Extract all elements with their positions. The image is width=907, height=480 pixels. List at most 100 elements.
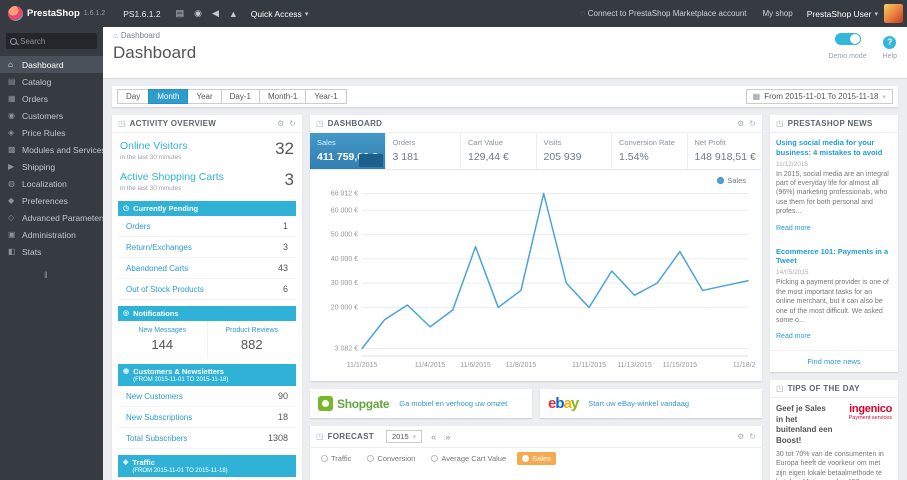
customers-row-new-subscriptions[interactable]: New Subscriptions 18 — [118, 407, 296, 428]
sales-chart: Sales 3 082 € 20 000 € 30 000 € 40 000 € 50 … — [310, 170, 764, 381]
panel-title: TIPS OF THE DAY — [787, 384, 860, 394]
news-article-title[interactable]: Using social media for your business: 4 … — [776, 138, 892, 158]
metric-visits[interactable]: Visits 205 939 — [537, 133, 612, 169]
read-more-link[interactable]: Read more — [776, 333, 811, 340]
caret-down-icon: ▾ — [412, 433, 417, 441]
home-icon: ⌂ — [113, 31, 118, 40]
pending-row-out-of-stock[interactable]: Out of Stock Products 6 — [118, 279, 296, 300]
shopgate-link[interactable]: Ga mobiel en verhoog uw omzet — [399, 399, 507, 408]
sidebar-item-price-rules[interactable]: ◈ Price Rules — [0, 124, 103, 141]
rocket-icon[interactable]: ▲ — [224, 9, 243, 19]
sidebar-item-dashboard[interactable]: ⌂ Dashboard — [0, 56, 103, 73]
forecast-year-value: 2015 — [391, 432, 409, 441]
metric-net-profit[interactable]: Net Profit 148 918,51 € — [688, 133, 763, 169]
prestashop-logo[interactable]: PrestaShop 1.6.1.2 — [0, 6, 113, 21]
news-article: Ecommerce 101: Payments in a Tweet 14/05… — [770, 242, 898, 351]
gear-icon[interactable]: ⚙ — [737, 119, 744, 128]
sidebar-item-stats[interactable]: ◧ Stats — [0, 243, 103, 260]
forecast-legend-conversion[interactable]: Conversion — [362, 452, 420, 465]
pending-row-orders[interactable]: Orders 1 — [118, 216, 296, 237]
metric-conversion-rate[interactable]: Conversion Rate 1.54% — [612, 133, 688, 169]
ebay-link[interactable]: Start uw eBay-winkel vandaag — [588, 399, 689, 408]
breadcrumb[interactable]: ⌂ Dashboard — [113, 31, 907, 40]
news-article-excerpt: In 2015, social media are an integral pa… — [776, 170, 889, 216]
sales-line-chart: 3 082 € 20 000 € 30 000 € 40 000 € 50 000 € 6… — [331, 190, 764, 369]
user-menu[interactable]: PrestaShop User ▾ — [801, 9, 884, 19]
forecast-legend-traffic[interactable]: Traffic — [316, 452, 356, 465]
filter-day-button[interactable]: Day — [117, 89, 150, 104]
news-article-title[interactable]: Ecommerce 101: Payments in a Tweet — [776, 247, 892, 267]
sidebar-item-modules[interactable]: ▩ Modules and Services — [0, 141, 103, 158]
sidebar-item-catalog[interactable]: ▤ Catalog — [0, 73, 103, 90]
avatar[interactable] — [884, 4, 903, 23]
filter-year-button[interactable]: Year — [187, 89, 222, 104]
forecast-panel: ◳ FORECAST 2015 ▾ « » ⚙ ↻ Traffic Conver… — [310, 426, 762, 480]
collapse-sidebar-button[interactable]: ‖ — [0, 260, 103, 280]
metric-orders[interactable]: Orders 3 181 — [386, 133, 461, 169]
read-more-link[interactable]: Read more — [776, 225, 811, 232]
online-visitors-stat[interactable]: Online Visitors in the last 30 minutes 3… — [112, 133, 302, 164]
dashboard-panel: ◳ DASHBOARD ⚙ ↻ Sales 411 759,00 € Order… — [310, 115, 764, 381]
sidebar-item-customers[interactable]: ◉ Customers — [0, 107, 103, 124]
metric-sales[interactable]: Sales 411 759,00 € — [310, 133, 386, 169]
my-shop-link[interactable]: My shop — [755, 9, 801, 18]
catalog-icon: ▤ — [8, 77, 16, 86]
date-range-picker[interactable]: ▦ From 2015-11-01 To 2015-11-18 ▾ — [745, 89, 893, 104]
content-area: Day Month Year Day-1 Month-1 Year-1 ▦ Fr… — [103, 79, 907, 480]
sidebar-item-administration[interactable]: ▣ Administration — [0, 226, 103, 243]
forecast-chart — [310, 469, 762, 480]
breadcrumb-label: Dashboard — [120, 31, 160, 40]
legend-dot — [431, 455, 439, 462]
customers-row-total-subscribers[interactable]: Total Subscribers 1308 — [118, 428, 296, 449]
shop-name[interactable]: PS1.6.1.2 — [113, 9, 170, 19]
toggle-switch[interactable] — [834, 33, 861, 45]
new-messages-cell[interactable]: New Messages 144 — [118, 321, 207, 358]
pending-row-returns[interactable]: Return/Exchanges 3 — [118, 237, 296, 258]
next-year-button[interactable]: » — [445, 432, 450, 442]
sidebar-item-label: Modules and Services — [22, 144, 103, 155]
legend-dot — [321, 455, 328, 462]
gear-icon[interactable]: ⚙ — [277, 119, 284, 128]
chart-legend[interactable]: Sales — [717, 176, 746, 185]
refresh-icon[interactable]: ↻ — [749, 119, 756, 128]
help-button[interactable]: ? Help — [883, 32, 897, 60]
shopgate-logo-icon — [318, 396, 333, 411]
refresh-icon[interactable]: ↻ — [749, 432, 756, 441]
forecast-year-select[interactable]: 2015 ▾ — [385, 430, 423, 443]
refresh-icon[interactable]: ↻ — [289, 119, 296, 128]
sidebar-menu: ⌂ Dashboard ▤ Catalog ▦ Orders ◉ Custome… — [0, 56, 103, 260]
sidebar-item-localization[interactable]: ◍ Localization — [0, 175, 103, 192]
sidebar-item-advanced-parameters[interactable]: ◇ Advanced Parameters — [0, 209, 103, 226]
customers-icon: ◉ — [8, 111, 15, 120]
megaphone-icon[interactable]: ◀ — [207, 8, 224, 19]
sidebar-item-orders[interactable]: ▦ Orders — [0, 90, 103, 107]
filter-month-1-button[interactable]: Month-1 — [258, 89, 307, 104]
demo-mode-toggle[interactable]: Demo mode — [828, 32, 867, 60]
sidebar-item-shipping[interactable]: ▶ Shipping — [0, 158, 103, 175]
cart-icon[interactable]: ▤ — [171, 8, 190, 19]
forecast-legend-sales[interactable]: Sales — [517, 452, 556, 465]
product-reviews-cell[interactable]: Product Reviews 882 — [206, 321, 297, 358]
filter-month-button[interactable]: Month — [148, 89, 189, 104]
sidebar-item-label: Localization — [22, 178, 67, 189]
gear-icon[interactable]: ⚙ — [737, 432, 744, 441]
section-title: Notifications — [133, 309, 179, 318]
search-input[interactable] — [20, 36, 93, 46]
filter-year-1-button[interactable]: Year-1 — [305, 89, 347, 104]
pending-row-abandoned-carts[interactable]: Abandoned Carts 43 — [118, 258, 296, 279]
quick-access-menu[interactable]: Quick Access ▾ — [243, 9, 317, 19]
customer-icon[interactable]: ◉ — [189, 8, 207, 19]
forecast-legend-average-cart-value[interactable]: Average Cart Value — [426, 452, 511, 465]
customers-row-new-customers[interactable]: New Customers 90 — [118, 386, 296, 407]
sidebar-item-preferences[interactable]: ◆ Preferences — [0, 192, 103, 209]
svg-text:11/11/2015: 11/11/2015 — [572, 362, 606, 369]
find-more-news-link[interactable]: Find more news — [770, 350, 898, 372]
toggle-knob — [849, 34, 860, 44]
previous-year-button[interactable]: « — [431, 432, 436, 442]
online-visitors-value: 32 — [275, 139, 294, 158]
sidebar-item-label: Catalog — [22, 76, 52, 87]
active-carts-stat[interactable]: Active Shopping Carts in the last 30 min… — [112, 164, 302, 195]
metric-cart-value[interactable]: Cart Value 129,44 € — [461, 133, 537, 169]
filter-day-1-button[interactable]: Day-1 — [220, 89, 260, 104]
marketplace-link[interactable]: ◌ Connect to PrestaShop Marketplace acco… — [572, 9, 755, 18]
